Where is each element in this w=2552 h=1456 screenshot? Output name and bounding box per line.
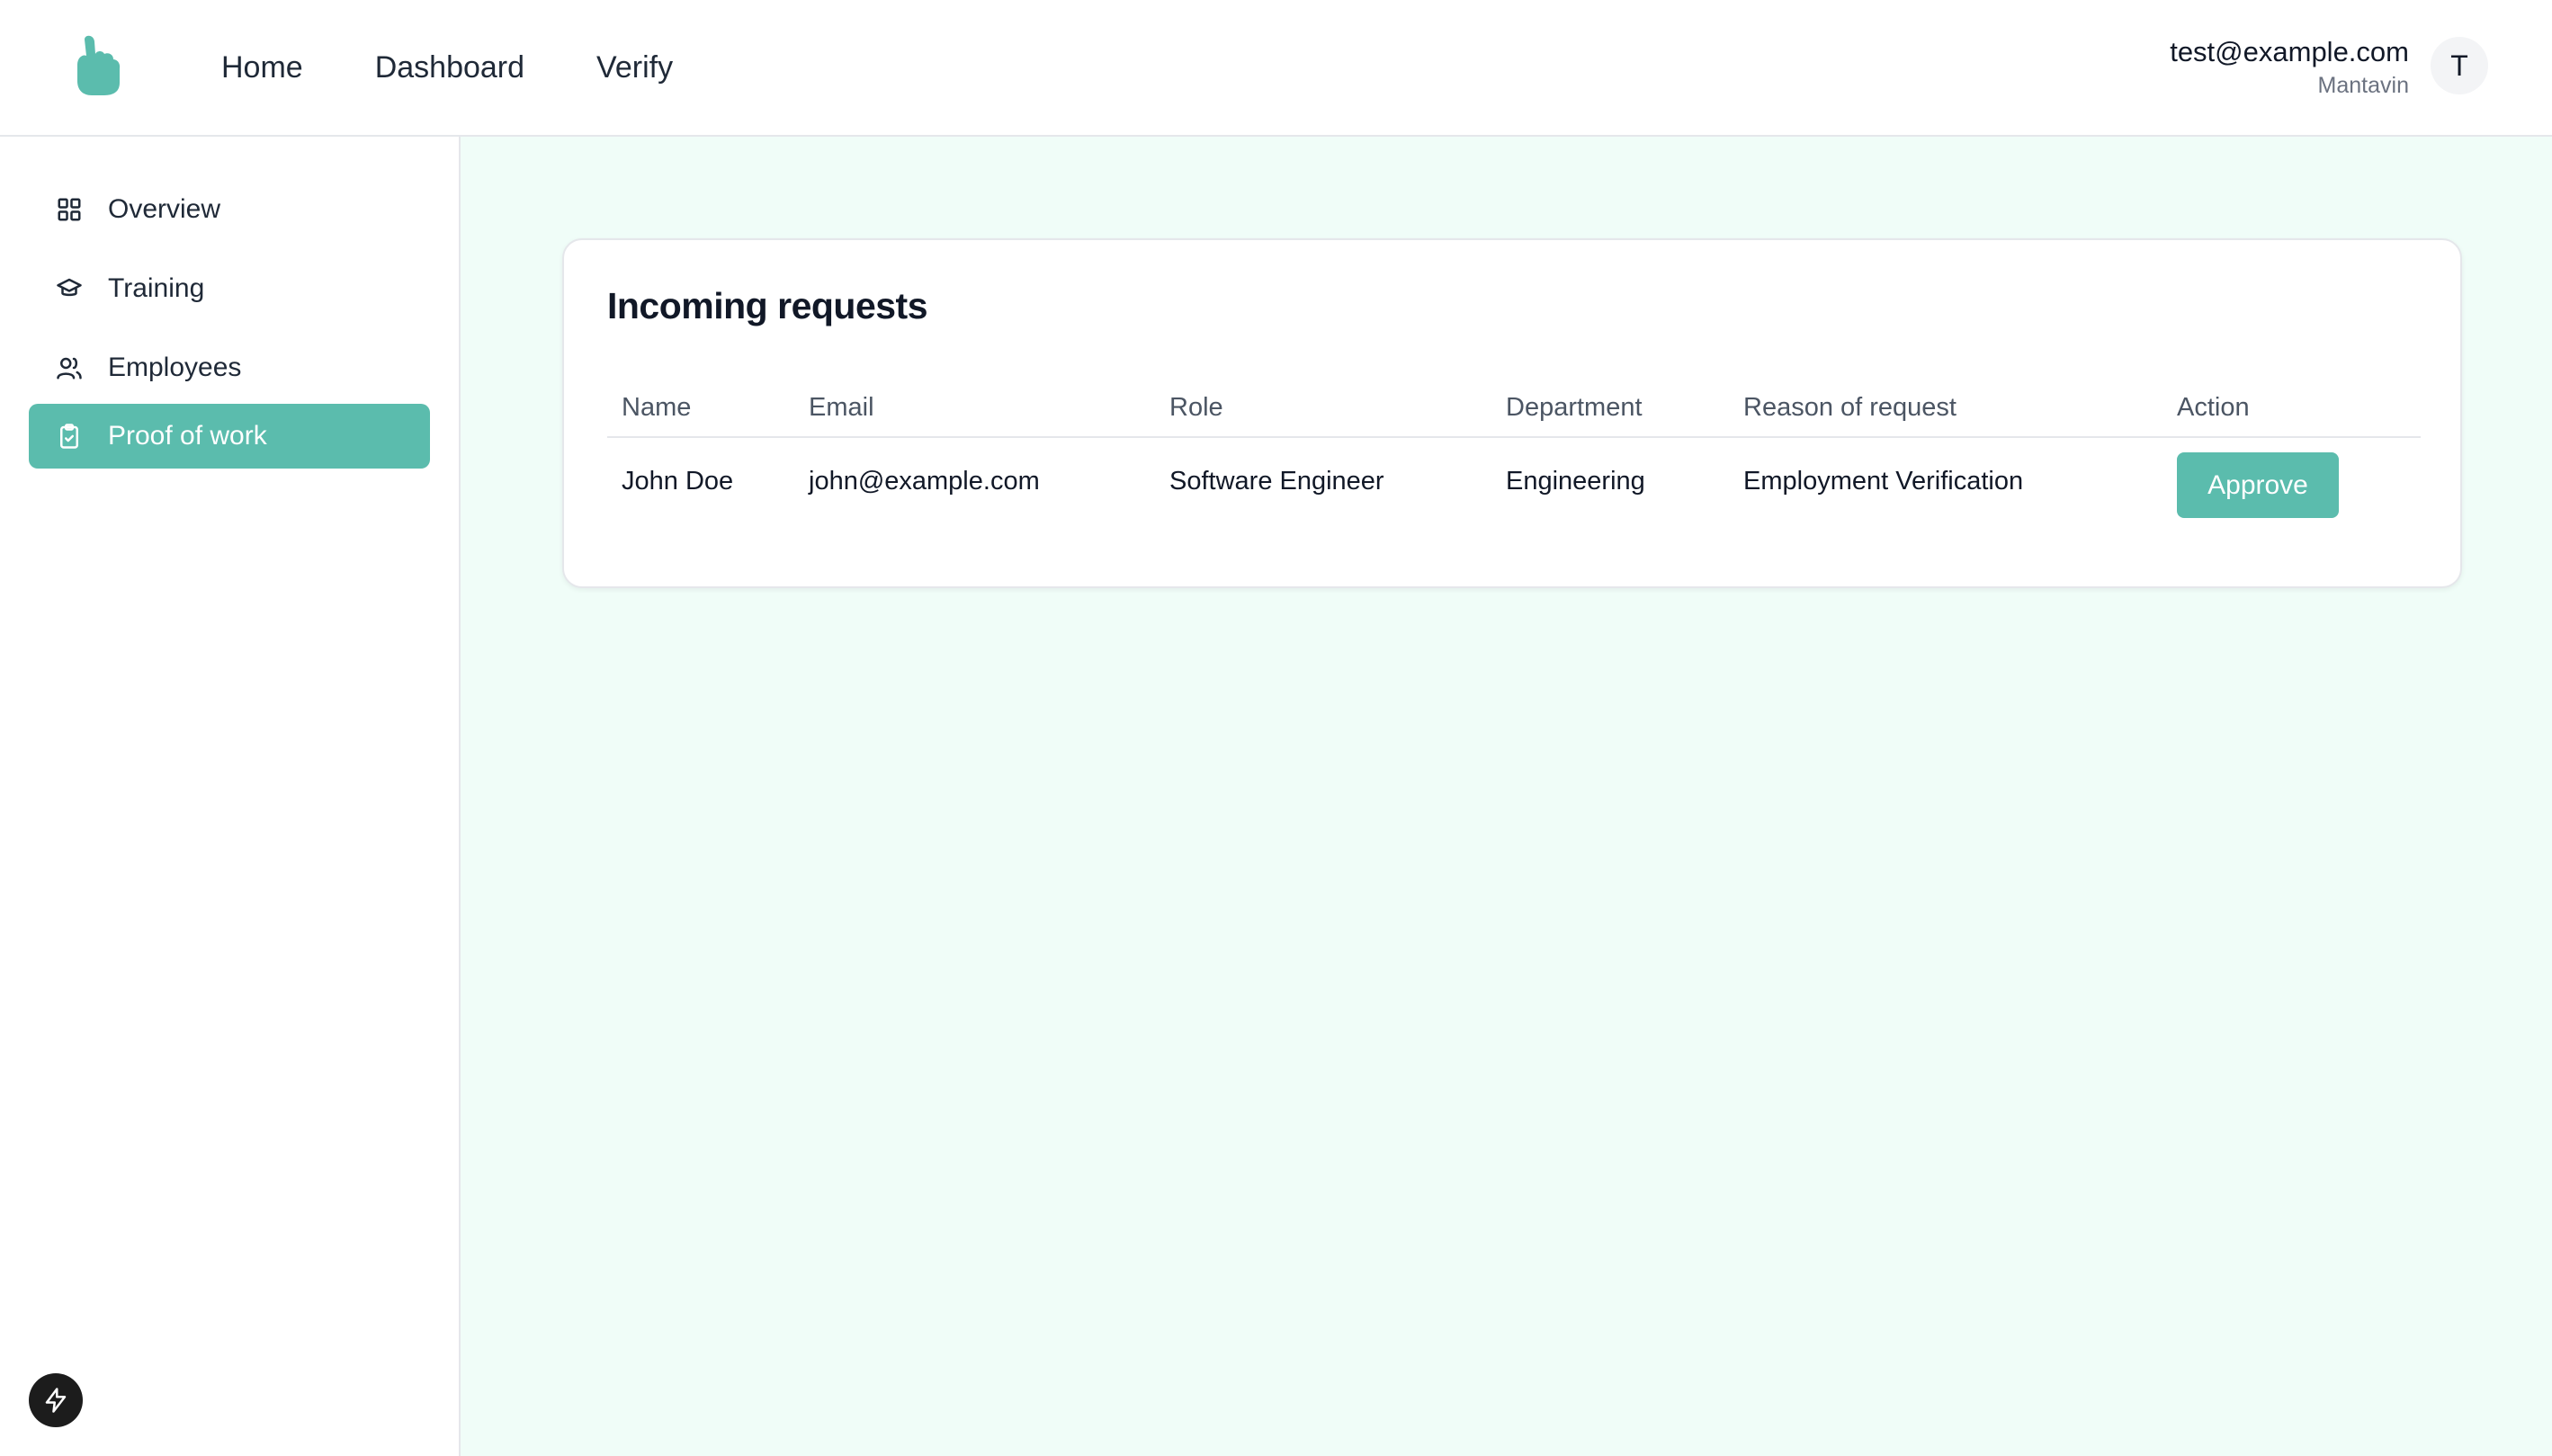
sidebar-item-label: Training — [108, 273, 205, 303]
cell-role: Software Engineer — [1169, 467, 1384, 496]
cell-department: Engineering — [1506, 467, 1645, 496]
sidebar-item-overview[interactable]: Overview — [29, 177, 430, 242]
nav-dashboard-link[interactable]: Dashboard — [375, 50, 524, 85]
approve-button[interactable]: Approve — [2177, 452, 2339, 518]
lightning-bolt-icon — [45, 1388, 67, 1413]
column-header-action: Action — [2177, 393, 2250, 422]
table-header: Name Email Role Department Reason of req… — [607, 382, 2421, 438]
cell-reason: Employment Verification — [1743, 467, 2024, 496]
top-bar: Home Dashboard Verify test@example.com M… — [0, 0, 2552, 137]
user-email: test@example.com — [2170, 36, 2409, 67]
card-title: Incoming requests — [607, 285, 928, 326]
grid-icon — [58, 198, 81, 221]
sidebar-item-label: Overview — [108, 194, 221, 224]
user-info: test@example.com Mantavin — [2170, 32, 2409, 99]
main-content: Incoming requests Name Email Role Depart… — [461, 137, 2552, 1456]
cell-name: John Doe — [622, 467, 734, 496]
graduation-cap-icon — [57, 278, 82, 297]
column-header-role: Role — [1169, 393, 1223, 422]
lightning-bolt-button[interactable] — [29, 1373, 83, 1427]
column-header-reason: Reason of request — [1743, 393, 1957, 422]
thumbs-up-logo-icon[interactable] — [70, 34, 126, 97]
sidebar: Overview Training Employees Proof of wor… — [0, 137, 461, 1456]
sidebar-item-employees[interactable]: Employees — [29, 335, 430, 400]
column-header-department: Department — [1506, 393, 1643, 422]
sidebar-item-proof-of-work[interactable]: Proof of work — [29, 404, 430, 469]
user-organization: Mantavin — [2317, 73, 2409, 98]
column-header-email: Email — [809, 393, 874, 422]
sidebar-item-label: Employees — [108, 353, 242, 382]
top-navigation: Home Dashboard Verify — [221, 0, 673, 135]
clipboard-check-icon — [60, 424, 78, 449]
avatar[interactable]: T — [2431, 37, 2488, 94]
table-row: John Doe john@example.com Software Engin… — [607, 438, 2421, 537]
sidebar-item-training[interactable]: Training — [29, 256, 430, 321]
nav-home-link[interactable]: Home — [221, 50, 303, 85]
column-header-name: Name — [622, 393, 692, 422]
incoming-requests-card: Incoming requests Name Email Role Depart… — [562, 238, 2462, 588]
cell-email: john@example.com — [809, 467, 1040, 496]
sidebar-item-label: Proof of work — [108, 421, 267, 451]
users-icon — [57, 357, 82, 380]
nav-verify-link[interactable]: Verify — [596, 50, 673, 85]
